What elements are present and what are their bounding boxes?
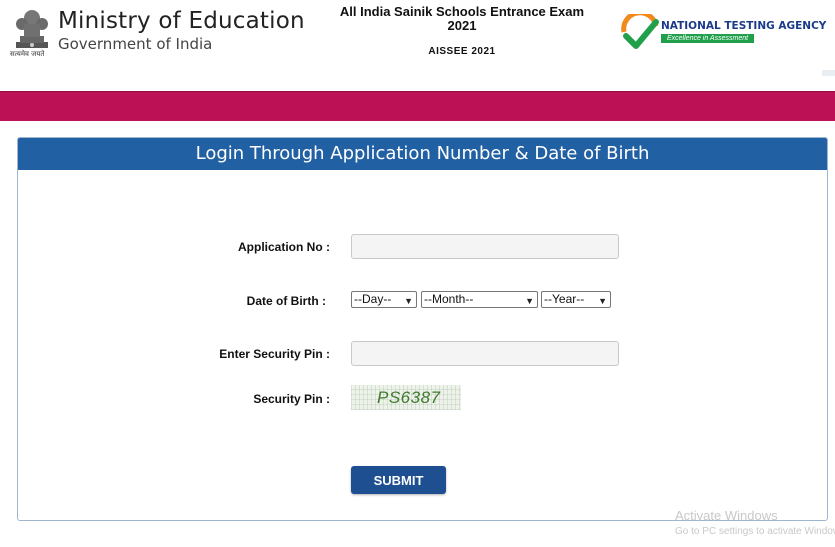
application-number-label: Application No : bbox=[238, 240, 330, 254]
exam-title: All India Sainik Schools Entrance Exam 2… bbox=[312, 5, 612, 33]
agency-name: NATIONAL TESTING AGENCY bbox=[661, 20, 827, 32]
chevron-down-icon: ▼ bbox=[404, 296, 413, 306]
page-header: सत्यमेव जयते Ministry of Education Gover… bbox=[0, 0, 835, 92]
month-select-value: --Month-- bbox=[424, 292, 474, 306]
activate-windows-hint: Go to PC settings to activate Windows. bbox=[675, 526, 835, 537]
government-subtitle: Government of India bbox=[58, 35, 213, 53]
exam-title-line1: All India Sainik Schools Entrance Exam bbox=[339, 4, 585, 19]
date-of-birth-label: Date of Birth : bbox=[246, 294, 326, 308]
emblem-caption: सत्यमेव जयते bbox=[10, 50, 45, 58]
ministry-title: Ministry of Education bbox=[58, 8, 305, 34]
year-select-value: --Year-- bbox=[544, 292, 585, 306]
activate-windows-watermark: Activate Windows bbox=[675, 508, 778, 523]
chevron-down-icon: ▼ bbox=[598, 296, 607, 306]
day-select[interactable]: --Day-- ▼ bbox=[351, 291, 417, 308]
security-pin-input-label: Enter Security Pin : bbox=[219, 347, 330, 361]
submit-button[interactable]: SUBMIT bbox=[351, 466, 446, 494]
login-panel: Login Through Application Number & Date … bbox=[17, 137, 828, 521]
captcha-image: PS6387 bbox=[351, 385, 461, 410]
header-edge bbox=[822, 70, 835, 76]
day-select-value: --Day-- bbox=[354, 292, 392, 306]
exam-title-line2: 2021 bbox=[447, 18, 477, 33]
panel-title: Login Through Application Number & Date … bbox=[18, 138, 827, 170]
application-number-input[interactable] bbox=[351, 234, 619, 259]
security-pin-label: Security Pin : bbox=[253, 392, 330, 406]
exam-code: AISSEE 2021 bbox=[428, 46, 496, 57]
year-select[interactable]: --Year-- ▼ bbox=[541, 291, 611, 308]
chevron-down-icon: ▼ bbox=[525, 296, 534, 306]
security-pin-input[interactable] bbox=[351, 341, 619, 366]
header-band bbox=[0, 91, 835, 121]
agency-tagline: Excellence in Assessment bbox=[661, 34, 755, 43]
month-select[interactable]: --Month-- ▼ bbox=[421, 291, 538, 308]
nta-check-logo-icon bbox=[621, 14, 659, 49]
